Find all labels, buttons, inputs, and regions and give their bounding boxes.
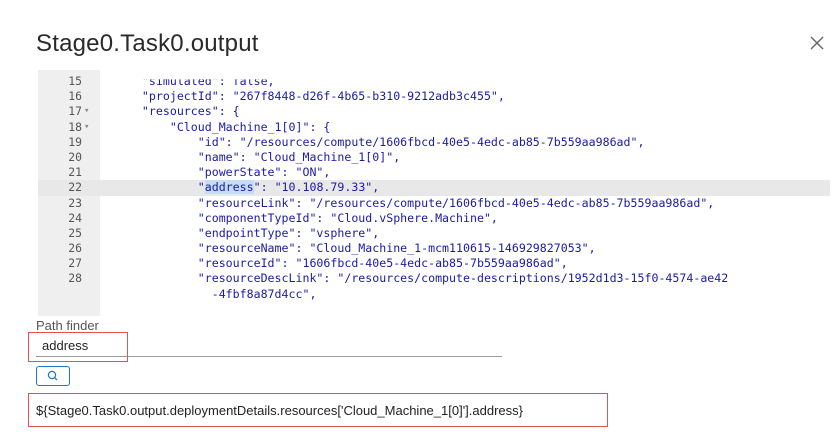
code-text: "resourceId": "1606fbcd-40e5-4edc-ab85-7… [114, 256, 568, 271]
line-number: 26 [68, 241, 82, 256]
code-text: -4fbf8a87d4cc", [114, 286, 317, 301]
code-line: 19 "id": "/resources/compute/1606fbcd-40… [38, 135, 830, 150]
search-icon [47, 370, 58, 381]
code-line: 22 "address": "10.108.79.33", [38, 180, 830, 196]
path-expression-result: ${Stage0.Task0.output.deploymentDetails.… [36, 403, 523, 418]
code-text: "name": "Cloud_Machine_1[0]", [114, 149, 401, 164]
line-number: 15 [68, 74, 82, 88]
line-number: 24 [68, 210, 82, 225]
json-code-editor[interactable]: 15 "simulated": false, 16 "projectId": "2… [38, 70, 830, 316]
code-line: 18 ▾ "Cloud_Machine_1[0]": { [38, 120, 830, 135]
code-text-after: ": "10.108.79.33", [253, 180, 380, 195]
fold-toggle-icon[interactable]: ▾ [84, 120, 89, 135]
code-line: 21 "powerState": "ON", [38, 165, 830, 180]
code-text: "resourceName": "Cloud_Machine_1-mcm1106… [114, 241, 596, 256]
code-line: 26 "resourceName": "Cloud_Machine_1-mcm1… [38, 241, 830, 256]
line-number: 17 [68, 104, 82, 119]
output-dialog: Stage0.Task0.output 15 "simulated": fals… [0, 0, 840, 436]
line-number: 22 [68, 180, 82, 195]
code-text: "simulated": false, [114, 74, 275, 88]
search-button[interactable] [36, 366, 70, 386]
line-number: 25 [68, 225, 82, 240]
code-text: "componentTypeId": "Cloud.vSphere.Machin… [114, 210, 498, 225]
line-number: 20 [68, 149, 82, 164]
code-line: 27 "resourceId": "1606fbcd-40e5-4edc-ab8… [38, 256, 830, 271]
code-line: 17 ▾ "resources": { [38, 104, 830, 119]
code-line: 24 "componentTypeId": "Cloud.vSphere.Mac… [38, 211, 830, 226]
code-line: 25 "endpointType": "vsphere", [38, 226, 830, 241]
code-text: "resources": { [114, 104, 240, 119]
code-text: "resourceLink": "/resources/compute/1606… [114, 195, 715, 210]
line-number: 21 [68, 165, 82, 180]
line-number: 23 [68, 195, 82, 210]
code-lines: 15 "simulated": false, 16 "projectId": "2… [38, 74, 830, 302]
code-text: "address": "10.108.79.33", [114, 180, 379, 195]
dialog-title: Stage0.Task0.output [36, 30, 259, 57]
line-number: 27 [68, 256, 82, 271]
code-text: "id": "/resources/compute/1606fbcd-40e5-… [114, 134, 645, 149]
code-text: "endpointType": "vsphere", [114, 225, 380, 240]
path-finder-highlight-box [28, 332, 128, 362]
code-text-before: " [114, 180, 205, 195]
fold-toggle-icon[interactable]: ▾ [84, 104, 89, 119]
close-icon[interactable] [808, 34, 826, 52]
code-line: 15 "simulated": false, [38, 74, 830, 89]
code-line: 28 "resourceDescLink": "/resources/compu… [38, 271, 830, 286]
code-text: "projectId": "267f8448-d26f-4b65-b310-92… [114, 89, 505, 104]
line-number: 16 [68, 89, 82, 104]
line-number: 28 [68, 271, 82, 286]
code-text: "powerState": "ON", [114, 165, 331, 180]
code-text: "resourceDescLink": "/resources/compute-… [114, 271, 729, 286]
code-line: -4fbf8a87d4cc", [38, 287, 830, 302]
code-line: 20 "name": "Cloud_Machine_1[0]", [38, 150, 830, 165]
code-text: "Cloud_Machine_1[0]": { [114, 119, 331, 134]
search-match-highlight: address [204, 180, 254, 195]
code-line: 16 "projectId": "267f8448-d26f-4b65-b310… [38, 89, 830, 104]
code-line: 23 "resourceLink": "/resources/compute/1… [38, 196, 830, 211]
line-number: 19 [68, 134, 82, 149]
path-finder-label: Path finder [36, 318, 99, 333]
line-number: 18 [68, 119, 82, 134]
